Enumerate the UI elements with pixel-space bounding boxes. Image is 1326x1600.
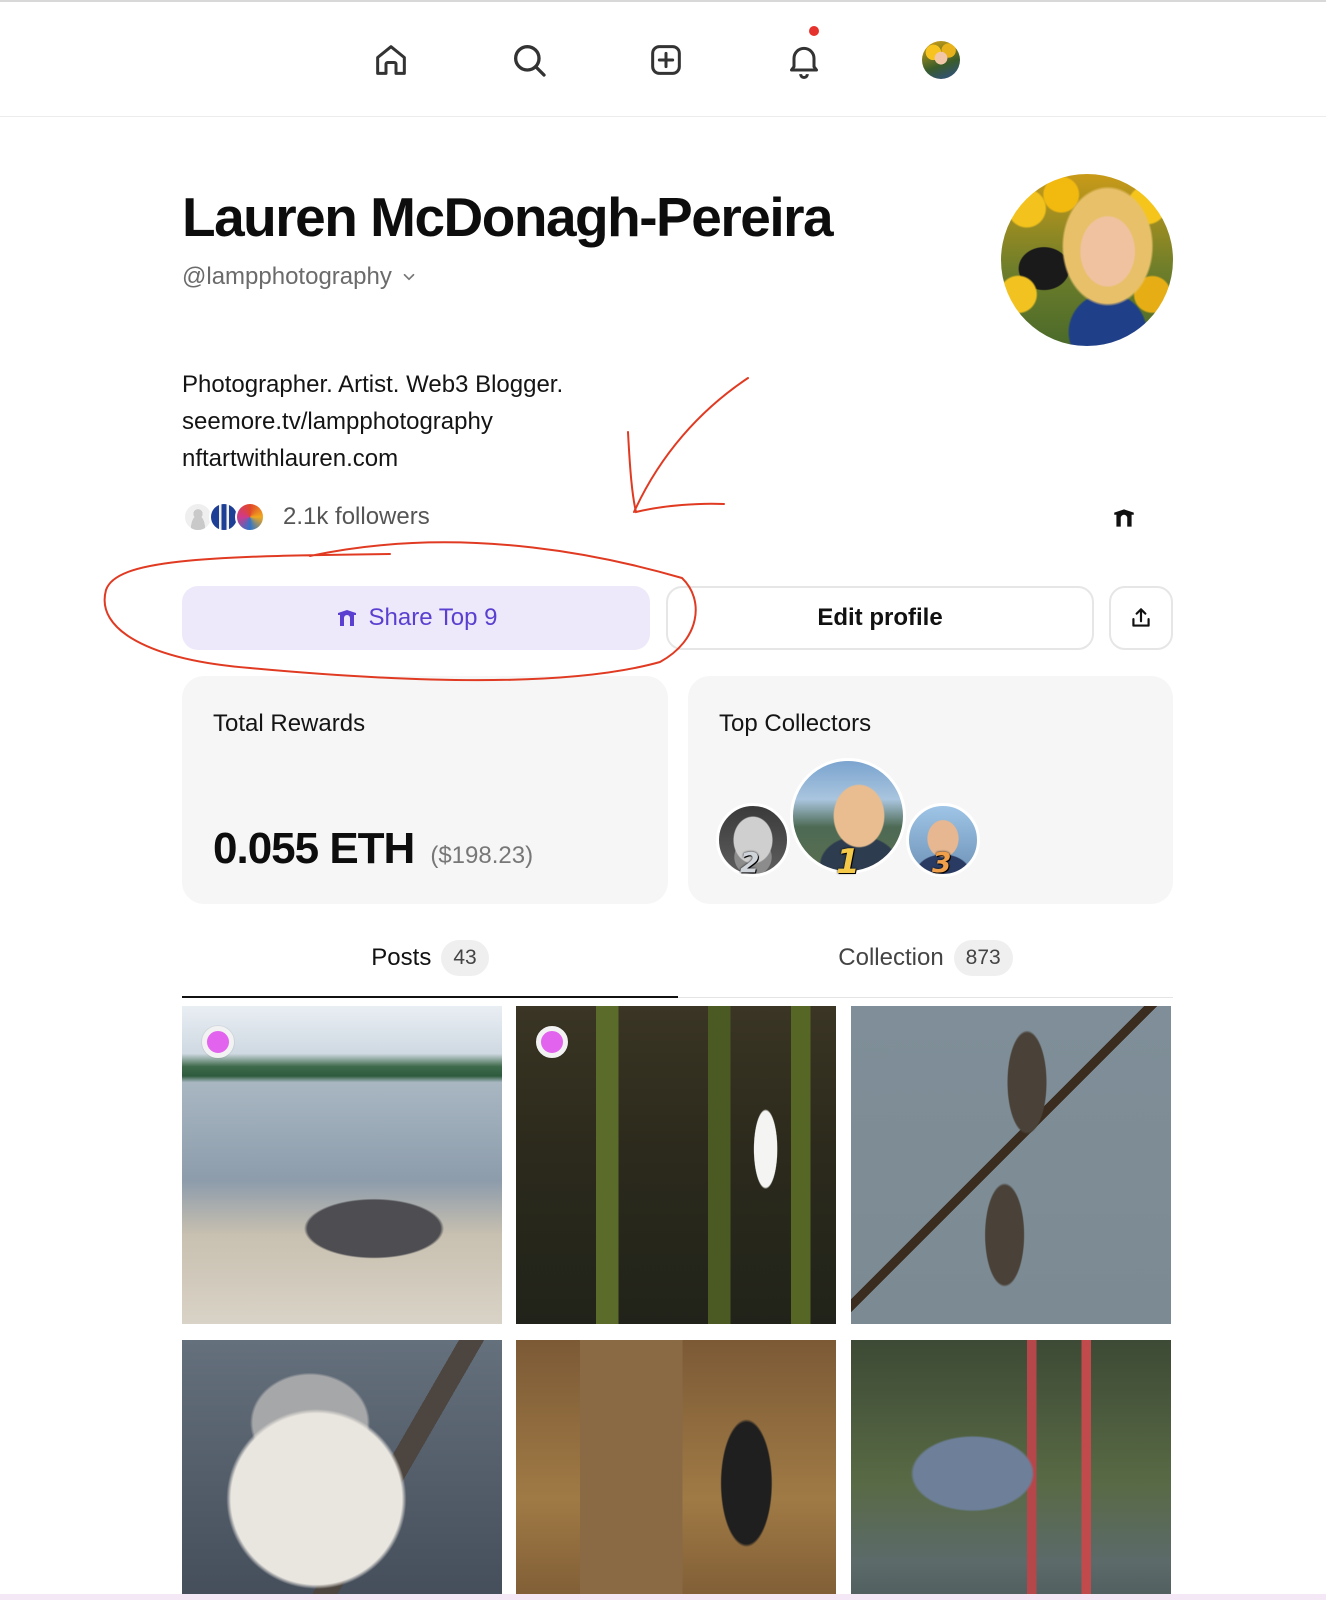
share-top9-label: Share Top 9 [368, 604, 498, 631]
tab-posts[interactable]: Posts 43 [182, 940, 678, 998]
profile-handle[interactable]: @lampphotography [182, 263, 418, 291]
post-ospreys[interactable] [851, 1006, 1171, 1324]
avatar [922, 41, 960, 79]
rewards-title: Total Rewards [213, 710, 366, 737]
top-nav [0, 4, 1326, 117]
followers-count: 2.1k followers [283, 503, 430, 530]
rank-badge: 2 [740, 846, 760, 879]
nav-create[interactable] [644, 38, 688, 82]
tab-collection[interactable]: Collection 873 [678, 940, 1173, 998]
profile-tabs: Posts 43 Collection 873 [182, 940, 1173, 998]
tab-count: 43 [441, 940, 489, 976]
bell-icon [790, 46, 818, 79]
nav-profile[interactable] [919, 38, 963, 82]
nav-search[interactable] [507, 38, 551, 82]
followers[interactable]: 2.1k followers [183, 502, 430, 532]
rank-badge: 3 [932, 846, 952, 879]
nav-home[interactable] [369, 38, 413, 82]
create-icon [651, 45, 681, 75]
profile-name: Lauren McDonagh-Pereira [182, 186, 834, 248]
home-icon [376, 45, 406, 75]
bottom-edge [0, 1594, 1326, 1600]
follower-avatar [235, 502, 265, 532]
notification-dot [809, 26, 819, 36]
bio-link[interactable]: nftartwithlauren.com [182, 440, 563, 477]
status-dot [202, 1026, 234, 1058]
share-profile-button[interactable] [1109, 586, 1173, 650]
post-heron[interactable] [851, 1340, 1171, 1600]
usd-value: ($198.23) [430, 842, 534, 869]
post-egret[interactable] [516, 1006, 836, 1324]
bio-link[interactable]: seemore.tv/lampphotography [182, 403, 563, 440]
rewards-amount: 0.055 ETH ($198.23) [213, 824, 533, 874]
tab-label: Posts [371, 944, 432, 971]
chevron-down-icon [403, 273, 415, 281]
top9-icon [337, 610, 356, 626]
collectors-card[interactable]: Top Collectors 2 1 3 [688, 676, 1173, 904]
rewards-card[interactable]: Total Rewards 0.055 ETH ($198.23) [182, 676, 668, 904]
profile-bio: Photographer. Artist. Web3 Blogger. seem… [182, 366, 563, 477]
search-icon [514, 45, 546, 77]
post-woodpecker[interactable] [516, 1340, 836, 1600]
handle-text: @lampphotography [182, 263, 392, 290]
tab-label: Collection [838, 944, 944, 971]
annotation-arrowhead [627, 431, 725, 514]
annotation-arrow [633, 377, 749, 513]
eth-value: 0.055 ETH [213, 824, 415, 873]
post-gull[interactable] [182, 1006, 502, 1324]
profile-photo [1001, 174, 1173, 346]
upload-icon [1132, 608, 1150, 627]
edit-profile-button[interactable]: Edit profile [666, 586, 1094, 650]
collectors-title: Top Collectors [719, 710, 872, 737]
tab-count: 873 [953, 940, 1013, 976]
rank-badge: 1 [836, 842, 860, 882]
top9-icon[interactable] [1111, 505, 1137, 531]
bio-line: Photographer. Artist. Web3 Blogger. [182, 371, 564, 398]
nav-notifications[interactable] [782, 26, 826, 82]
status-dot [536, 1026, 568, 1058]
post-titmouse[interactable] [182, 1340, 502, 1600]
share-top9-button[interactable]: Share Top 9 [182, 586, 650, 650]
